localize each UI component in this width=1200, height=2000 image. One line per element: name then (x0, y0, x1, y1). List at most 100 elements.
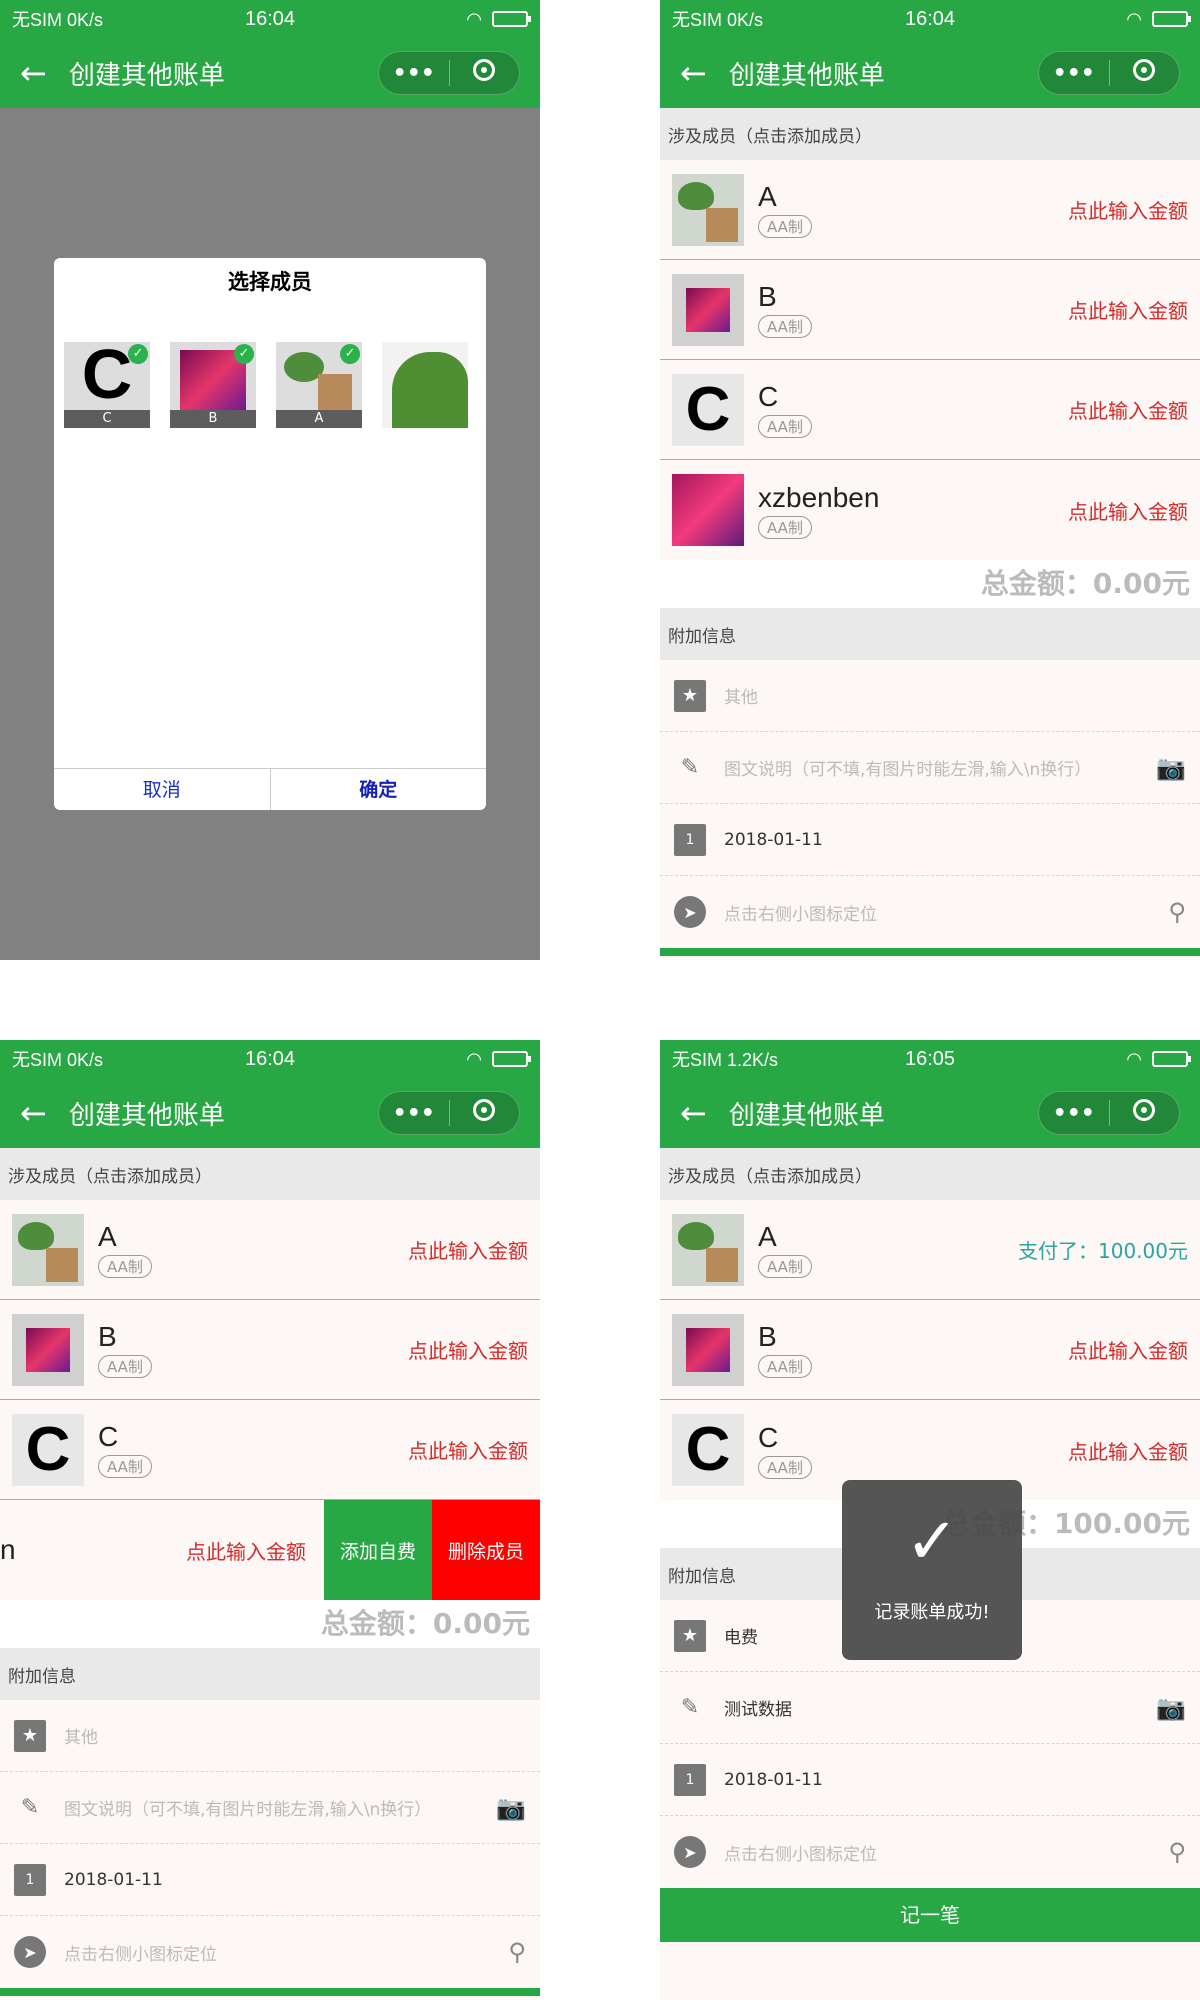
location-row[interactable]: ➤ 点击右侧小图标定位 ⚲ (0, 1916, 540, 1988)
page-title: 创建其他账单 (68, 1100, 225, 1131)
close-target-icon[interactable] (450, 1099, 520, 1127)
note-row[interactable]: ✎ 图文说明（可不填,有图片时能左滑,输入\n换行） 📷 (0, 1772, 540, 1844)
calendar-icon: 1 (674, 823, 706, 856)
date-row[interactable]: 1 2018-01-11 (0, 1844, 540, 1916)
mini-program-capsule: ••• (378, 51, 520, 95)
date-picker[interactable]: 2018-01-11 (64, 1870, 526, 1890)
member-row[interactable]: C C AA制 点此输入金额 (660, 360, 1200, 460)
choice-member-c[interactable]: C ✓ C (64, 342, 150, 428)
checkmark-icon: ✓ (340, 344, 360, 364)
date-picker[interactable]: 2018-01-11 (724, 1770, 1186, 1790)
member-choices: C ✓ C ✓ B ✓ A (54, 300, 486, 428)
date-row[interactable]: 1 2018-01-11 (660, 804, 1200, 876)
member-name: C (98, 1421, 119, 1452)
more-icon[interactable]: ••• (379, 1101, 449, 1126)
enter-amount-link[interactable]: 点此输入金额 (186, 1536, 306, 1565)
note-input[interactable]: 图文说明（可不填,有图片时能左滑,输入\n换行） (64, 1795, 496, 1820)
choice-label: A (276, 410, 362, 428)
enter-amount-link[interactable]: 点此输入金额 (1068, 496, 1188, 525)
member-name: A (98, 1221, 117, 1252)
avatar (12, 1313, 84, 1386)
back-arrow-icon[interactable]: ← (20, 57, 47, 89)
location-row[interactable]: ➤ 点击右侧小图标定位 ⚲ (660, 1816, 1200, 1888)
bill-type-field[interactable]: 其他 (64, 1723, 526, 1748)
member-row[interactable]: A AA制 支付了：100.00元 (660, 1200, 1200, 1300)
nav-bar: ← 创建其他账单 ••• (0, 38, 540, 108)
more-icon[interactable]: ••• (1039, 61, 1109, 86)
more-icon[interactable]: ••• (1039, 1101, 1109, 1126)
date-row[interactable]: 1 2018-01-11 (660, 1744, 1200, 1816)
note-row[interactable]: ✎ 测试数据 📷 (660, 1672, 1200, 1744)
page-title: 创建其他账单 (728, 1100, 885, 1131)
back-arrow-icon[interactable]: ← (680, 57, 707, 89)
map-pin-icon[interactable]: ⚲ (1168, 898, 1186, 926)
close-target-icon[interactable] (1110, 59, 1180, 87)
member-row[interactable]: A AA制 点此输入金额 (660, 160, 1200, 260)
date-picker[interactable]: 2018-01-11 (724, 830, 1186, 850)
members-section-header[interactable]: 涉及成员（点击添加成员） (0, 1148, 540, 1200)
add-own-fee-button[interactable]: 添加自费 (324, 1500, 432, 1600)
member-row[interactable]: C C AA制 点此输入金额 (0, 1400, 540, 1500)
swipe-actions: 添加自费 删除成员 (324, 1500, 540, 1600)
map-pin-icon[interactable]: ⚲ (1168, 1838, 1186, 1866)
member-row[interactable]: B AA制 点此输入金额 (660, 260, 1200, 360)
enter-amount-link[interactable]: 点此输入金额 (1068, 295, 1188, 324)
avatar (672, 474, 744, 546)
screen-select-members: 无SIM 0K/s 16:04 ◠ ← 创建其他账单 ••• 选择成员 C ✓ … (0, 0, 540, 960)
choice-member-b[interactable]: ✓ B (170, 342, 256, 428)
camera-icon[interactable]: 📷 (1156, 754, 1186, 782)
choice-member-frog[interactable] (382, 342, 468, 428)
status-bar: 无SIM 0K/s 16:04 ◠ (0, 0, 540, 38)
choice-label: B (170, 410, 256, 428)
enter-amount-link[interactable]: 点此输入金额 (1068, 195, 1188, 224)
enter-amount-link[interactable]: 点此输入金额 (1068, 1335, 1188, 1364)
cancel-button[interactable]: 取消 (54, 769, 271, 810)
close-target-icon[interactable] (1110, 1099, 1180, 1127)
aa-badge: AA制 (98, 1355, 152, 1378)
enter-amount-link[interactable]: 点此输入金额 (408, 1435, 528, 1464)
calendar-icon: 1 (674, 1763, 706, 1796)
location-row[interactable]: ➤ 点击右侧小图标定位 ⚲ (660, 876, 1200, 948)
member-row[interactable]: A AA制 点此输入金额 (0, 1200, 540, 1300)
avatar (672, 1213, 744, 1286)
note-row[interactable]: ✎ 图文说明（可不填,有图片时能左滑,输入\n换行） 📷 (660, 732, 1200, 804)
paid-amount[interactable]: 支付了：100.00元 (1018, 1235, 1188, 1264)
submit-bar-edge (0, 1988, 540, 1996)
back-arrow-icon[interactable]: ← (20, 1097, 47, 1129)
avatar: C (12, 1413, 84, 1486)
bill-type-field[interactable]: 其他 (724, 683, 1186, 708)
confirm-button[interactable]: 确定 (271, 769, 487, 810)
note-input[interactable]: 图文说明（可不填,有图片时能左滑,输入\n换行） (724, 755, 1156, 780)
battery-icon (492, 11, 531, 27)
enter-amount-link[interactable]: 点此输入金额 (408, 1235, 528, 1264)
bill-type-row[interactable]: ★ 其他 (0, 1700, 540, 1772)
pencil-icon: ✎ (20, 1795, 40, 1820)
remove-member-button[interactable]: 删除成员 (432, 1500, 540, 1600)
map-pin-icon[interactable]: ⚲ (508, 1938, 526, 1966)
enter-amount-link[interactable]: 点此输入金额 (1068, 395, 1188, 424)
member-name: A (758, 1221, 777, 1252)
note-input[interactable]: 测试数据 (724, 1695, 1156, 1720)
member-row[interactable]: xzbenben AA制 点此输入金额 (660, 460, 1200, 560)
aa-badge: AA制 (98, 1255, 152, 1278)
checkmark-icon: ✓ (234, 344, 254, 364)
member-name: xzbenben (758, 481, 880, 513)
camera-icon[interactable]: 📷 (496, 1794, 526, 1822)
enter-amount-link[interactable]: 点此输入金额 (1068, 1436, 1188, 1465)
back-arrow-icon[interactable]: ← (680, 1097, 707, 1129)
choice-member-a[interactable]: ✓ A (276, 342, 362, 428)
member-row[interactable]: B AA制 点此输入金额 (0, 1300, 540, 1400)
star-icon: ★ (674, 1619, 706, 1652)
bill-type-row[interactable]: ★ 其他 (660, 660, 1200, 732)
member-row[interactable]: B AA制 点此输入金额 (660, 1300, 1200, 1400)
enter-amount-link[interactable]: 点此输入金额 (408, 1335, 528, 1364)
member-row-swiped[interactable]: n 点此输入金额 添加自费 删除成员 (0, 1500, 540, 1600)
camera-icon[interactable]: 📷 (1156, 1694, 1186, 1722)
aa-badge: AA制 (758, 1455, 812, 1479)
submit-button[interactable]: 记一笔 (660, 1888, 1200, 1942)
more-icon[interactable]: ••• (379, 61, 449, 86)
members-section-header[interactable]: 涉及成员（点击添加成员） (660, 108, 1200, 160)
members-section-header[interactable]: 涉及成员（点击添加成员） (660, 1148, 1200, 1200)
status-bar: 无SIM 0K/s 16:04 ◠ (0, 1040, 540, 1078)
close-target-icon[interactable] (450, 59, 520, 87)
